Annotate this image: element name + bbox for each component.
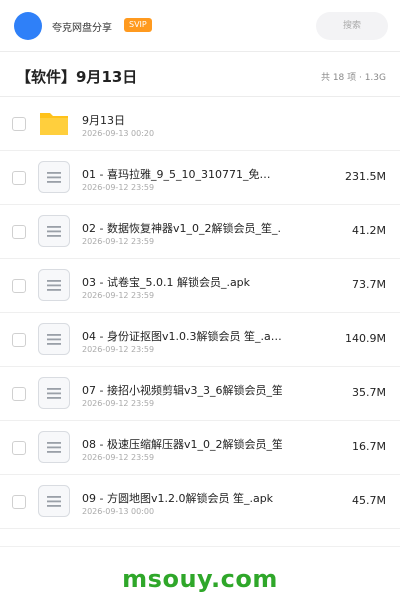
file-icon xyxy=(38,269,70,301)
file-size: 41.2M xyxy=(352,224,386,237)
file-name: 01 - 喜玛拉雅_9_5_10_310771_免… xyxy=(82,168,271,181)
file-icon xyxy=(38,323,70,355)
file-icon xyxy=(38,431,70,463)
search-input[interactable]: 搜索 xyxy=(316,12,388,40)
file-name: 08 - 极速压缩解压器v1_0_2解锁会员_笙_… xyxy=(82,438,282,451)
svip-badge: SVIP xyxy=(124,18,152,32)
file-size: 35.7M xyxy=(352,386,386,399)
file-date: 2026-09-12 23:59 xyxy=(82,291,155,300)
file-size: 140.9M xyxy=(345,332,386,345)
file-date: 2026-09-12 23:59 xyxy=(82,237,155,246)
file-date: 2026-09-12 23:59 xyxy=(82,453,155,462)
folder-header: 【软件】9月13日 共 18 项 · 1.3G xyxy=(0,53,400,97)
file-date: 2026-09-13 00:20 xyxy=(82,129,155,138)
avatar[interactable] xyxy=(14,12,42,40)
file-date: 2026-09-13 00:00 xyxy=(82,507,155,516)
file-name: 9月13日 xyxy=(82,114,125,127)
file-size: 45.7M xyxy=(352,494,386,507)
checkbox[interactable] xyxy=(12,495,26,509)
checkbox[interactable] xyxy=(12,441,26,455)
checkbox[interactable] xyxy=(12,333,26,347)
list-item[interactable]: 03 - 试卷宝_5.0.1 解锁会员_.apk 2026-09-12 23:59… xyxy=(0,259,400,313)
checkbox[interactable] xyxy=(12,225,26,239)
footer: msouy.com xyxy=(0,546,400,600)
list-item[interactable]: 04 - 身份证抠图v1.0.3解锁会员 笙_.a… 2026-09-12 23:… xyxy=(0,313,400,367)
checkbox[interactable] xyxy=(12,387,26,401)
checkbox[interactable] xyxy=(12,279,26,293)
list-item[interactable]: 9月13日 2026-09-13 00:20 xyxy=(0,97,400,151)
top-bar: 夸克网盘分享 SVIP 搜索 xyxy=(0,0,400,52)
file-name: 02 - 数据恢复神器v1_0_2解锁会员_笙_.… xyxy=(82,222,282,235)
checkbox[interactable] xyxy=(12,171,26,185)
checkbox[interactable] xyxy=(12,117,26,131)
list-item[interactable]: 07 - 接招小视频剪辑v3_3_6解锁会员_笙_… 2026-09-12 23:… xyxy=(0,367,400,421)
list-item[interactable]: 08 - 极速压缩解压器v1_0_2解锁会员_笙_… 2026-09-12 23:… xyxy=(0,421,400,475)
file-date: 2026-09-12 23:59 xyxy=(82,399,155,408)
file-name: 07 - 接招小视频剪辑v3_3_6解锁会员_笙_… xyxy=(82,384,282,397)
file-date: 2026-09-12 23:59 xyxy=(82,345,155,354)
file-name: 03 - 试卷宝_5.0.1 解锁会员_.apk xyxy=(82,276,251,289)
file-list: 9月13日 2026-09-13 00:20 01 - 喜玛拉雅_9_5_10_31… xyxy=(0,97,400,529)
file-date: 2026-09-12 23:59 xyxy=(82,183,155,192)
list-item[interactable]: 01 - 喜玛拉雅_9_5_10_310771_免… 2026-09-12 23:… xyxy=(0,151,400,205)
file-name: 09 - 方圆地图v1.2.0解锁会员 笙_.apk xyxy=(82,492,274,505)
file-size: 231.5M xyxy=(345,170,386,183)
file-icon xyxy=(38,215,70,247)
page-title: 【软件】9月13日 xyxy=(16,68,138,86)
username: 夸克网盘分享 xyxy=(52,23,112,34)
list-item[interactable]: 09 - 方圆地图v1.2.0解锁会员 笙_.apk 2026-09-13 00:… xyxy=(0,475,400,529)
file-size: 16.7M xyxy=(352,440,386,453)
file-icon xyxy=(38,377,70,409)
file-icon xyxy=(38,161,70,193)
file-size: 73.7M xyxy=(352,278,386,291)
file-name: 04 - 身份证抠图v1.0.3解锁会员 笙_.a… xyxy=(82,330,282,343)
file-icon xyxy=(38,485,70,517)
folder-meta: 共 18 项 · 1.3G xyxy=(320,73,386,83)
list-item[interactable]: 02 - 数据恢复神器v1_0_2解锁会员_笙_.… 2026-09-12 23:… xyxy=(0,205,400,259)
folder-icon xyxy=(38,107,70,139)
watermark: msouy.com xyxy=(122,565,278,593)
